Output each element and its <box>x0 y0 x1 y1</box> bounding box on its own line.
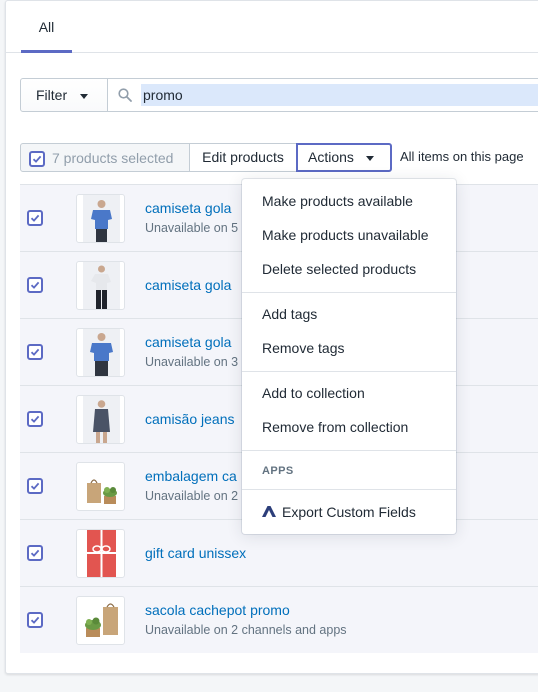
checkmark-icon <box>30 616 40 624</box>
product-thumbnail[interactable] <box>76 328 125 377</box>
tab-bar: All <box>6 1 538 53</box>
checkmark-icon <box>30 214 40 222</box>
product-image <box>83 195 120 242</box>
menu-item-export-custom-fields[interactable]: Export Custom Fields <box>282 504 416 520</box>
actions-dropdown-menu: Make products available Make products un… <box>242 179 456 534</box>
menu-item-make-unavailable[interactable]: Make products unavailable <box>262 227 429 243</box>
product-image <box>87 530 116 577</box>
checkmark-icon <box>30 482 40 490</box>
search-field[interactable]: promo <box>107 78 538 112</box>
product-image <box>87 479 117 504</box>
product-image <box>83 396 120 443</box>
product-name[interactable]: camiseta gola <box>145 277 231 293</box>
row-checkbox[interactable] <box>27 277 43 293</box>
select-all-button[interactable]: 7 products selected <box>20 143 190 172</box>
menu-item-make-available[interactable]: Make products available <box>262 193 413 209</box>
tab-all-underline <box>21 50 72 53</box>
product-thumbnail[interactable] <box>76 462 125 511</box>
menu-divider <box>242 292 456 293</box>
product-name[interactable]: camiseta golana <box>145 200 443 216</box>
menu-item-remove-from-collection[interactable]: Remove from collection <box>262 419 408 435</box>
menu-divider <box>242 489 456 490</box>
product-availability: Unavailable on 3 <box>145 355 239 369</box>
filter-row: Filter promo <box>20 78 538 112</box>
app-logo-icon <box>262 506 276 517</box>
product-thumbnail[interactable] <box>76 261 125 310</box>
row-checkbox[interactable] <box>27 612 43 628</box>
search-input[interactable]: promo <box>141 84 538 106</box>
product-name[interactable]: sacola cachepot promo <box>145 602 290 618</box>
select-all-checkbox[interactable] <box>29 151 45 167</box>
menu-item-add-tags[interactable]: Add tags <box>262 306 317 322</box>
checkmark-icon <box>32 155 42 163</box>
table-row[interactable]: sacola cachepot promo Unavailable on 2 c… <box>20 586 538 653</box>
menu-item-remove-tags[interactable]: Remove tags <box>262 340 344 356</box>
chevron-down-icon <box>80 94 88 99</box>
tab-all[interactable]: All <box>21 1 72 53</box>
menu-item-delete-selected[interactable]: Delete selected products <box>262 261 416 277</box>
filter-button[interactable]: Filter <box>20 78 108 112</box>
product-name[interactable]: camiseta gola <box>145 334 231 350</box>
product-image <box>83 262 120 309</box>
apps-section-heading: APPS <box>262 465 294 477</box>
product-availability: Unavailable on 5 <box>145 221 239 235</box>
product-name[interactable]: gift card unissex <box>145 545 246 561</box>
all-items-label[interactable]: All items on this page <box>400 149 524 164</box>
filter-button-label: Filter <box>36 87 68 103</box>
bulk-actions-bar: 7 products selected Edit products Action… <box>20 143 538 172</box>
row-checkbox[interactable] <box>27 478 43 494</box>
checkmark-icon <box>30 549 40 557</box>
product-name[interactable]: embalagem ca <box>145 468 237 484</box>
selected-count: 7 products selected <box>52 150 174 166</box>
product-availability: Unavailable on 2 channels and apps <box>145 623 347 637</box>
checkmark-icon <box>30 415 40 423</box>
product-image <box>83 329 120 376</box>
chevron-down-icon <box>366 156 374 161</box>
row-checkbox[interactable] <box>27 344 43 360</box>
checkmark-icon <box>30 348 40 356</box>
product-image <box>85 603 118 637</box>
row-checkbox[interactable] <box>27 411 43 427</box>
menu-divider <box>242 371 456 372</box>
edit-products-button[interactable]: Edit products <box>189 143 297 172</box>
actions-button[interactable]: Actions <box>296 143 392 172</box>
product-thumbnail[interactable] <box>76 596 125 645</box>
row-checkbox[interactable] <box>27 545 43 561</box>
menu-divider <box>242 450 456 451</box>
checkmark-icon <box>30 281 40 289</box>
search-icon <box>118 88 132 102</box>
product-availability: Unavailable on 2 <box>145 489 239 503</box>
product-thumbnail[interactable] <box>76 194 125 243</box>
actions-button-label: Actions <box>308 149 354 165</box>
product-name[interactable]: camisão jeans <box>145 411 235 427</box>
row-checkbox[interactable] <box>27 210 43 226</box>
menu-item-add-to-collection[interactable]: Add to collection <box>262 385 365 401</box>
product-thumbnail[interactable] <box>76 395 125 444</box>
product-thumbnail[interactable] <box>76 529 125 578</box>
